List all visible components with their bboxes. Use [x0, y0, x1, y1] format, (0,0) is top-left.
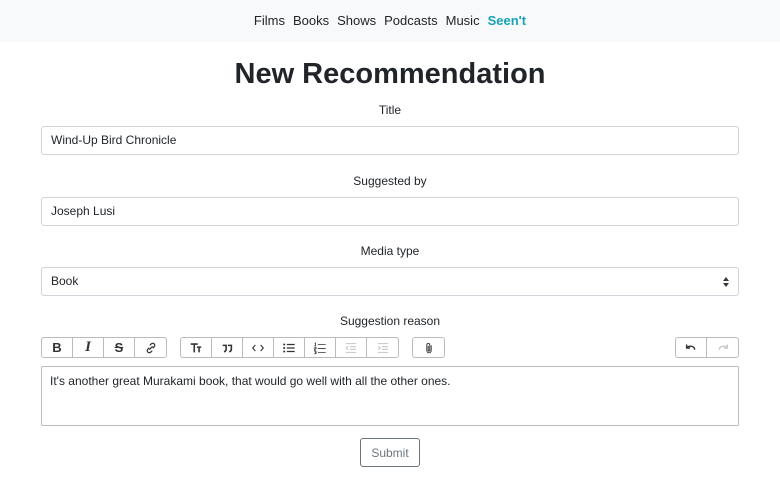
- undo-button[interactable]: [676, 338, 707, 357]
- quote-icon: [222, 344, 233, 353]
- nav-books[interactable]: Books: [289, 0, 333, 42]
- redo-icon: [718, 344, 728, 350]
- submit-button[interactable]: Submit: [360, 438, 420, 467]
- text-tools-group: B I S: [41, 337, 167, 358]
- bold-icon: B: [52, 340, 62, 355]
- increase-indent-button[interactable]: [367, 338, 398, 357]
- increase-indent-icon: [377, 342, 388, 353]
- undo-icon: [685, 344, 696, 350]
- strikethrough-button[interactable]: S: [104, 338, 135, 357]
- suggested-by-label: Suggested by: [353, 174, 427, 188]
- suggestion-reason-label: Suggestion reason: [339, 314, 441, 328]
- link-icon: [146, 342, 155, 353]
- history-tools-group: [675, 337, 739, 358]
- redo-button[interactable]: [707, 338, 738, 357]
- quote-button[interactable]: [212, 338, 243, 357]
- code-icon: [252, 344, 264, 351]
- italic-button[interactable]: I: [73, 338, 104, 357]
- bullet-list-icon: [283, 342, 295, 353]
- heading-icon: [190, 342, 202, 352]
- nav-shows[interactable]: Shows: [333, 0, 380, 42]
- decrease-indent-button[interactable]: [336, 338, 367, 357]
- suggestion-reason-editor[interactable]: It's another great Murakami book, that w…: [41, 366, 739, 426]
- italic-icon: I: [85, 339, 91, 355]
- bold-button[interactable]: B: [42, 338, 73, 357]
- top-navbar: Films Books Shows Podcasts Music Seen't: [0, 0, 780, 42]
- attach-files-icon: [425, 342, 432, 353]
- media-type-select[interactable]: Book: [41, 267, 739, 296]
- bullet-list-button[interactable]: [274, 338, 305, 357]
- attach-files-button[interactable]: [413, 338, 444, 357]
- select-arrows-icon: [723, 277, 729, 287]
- link-button[interactable]: [135, 338, 166, 357]
- numbered-list-icon: [313, 342, 326, 354]
- media-type-label: Media type: [360, 244, 420, 258]
- media-type-selected-value: Book: [51, 274, 79, 288]
- code-button[interactable]: [243, 338, 274, 357]
- file-tools-group: [412, 337, 445, 358]
- nav-podcasts[interactable]: Podcasts: [380, 0, 441, 42]
- page-title: New Recommendation: [234, 58, 546, 90]
- nav-music[interactable]: Music: [442, 0, 484, 42]
- numbered-list-button[interactable]: [305, 338, 336, 357]
- heading-button[interactable]: [181, 338, 212, 357]
- decrease-indent-icon: [345, 342, 357, 353]
- title-input[interactable]: Wind-Up Bird Chronicle: [41, 126, 739, 155]
- nav-brand[interactable]: Seen't: [484, 0, 531, 42]
- block-tools-group: [180, 337, 399, 358]
- strikethrough-icon: S: [114, 340, 124, 355]
- suggested-by-input[interactable]: Joseph Lusi: [41, 197, 739, 226]
- nav-films[interactable]: Films: [250, 0, 289, 42]
- title-label: Title: [378, 103, 402, 117]
